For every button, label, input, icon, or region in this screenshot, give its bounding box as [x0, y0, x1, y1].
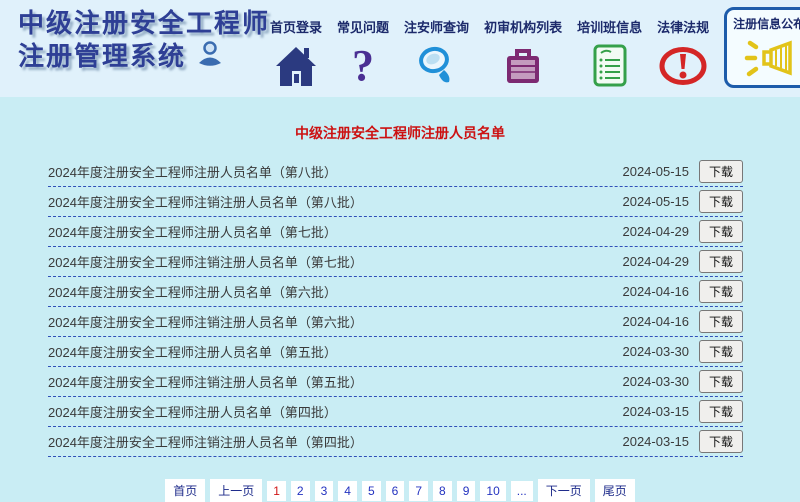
megaphone-icon	[742, 35, 796, 81]
table-row: 2024年度注册安全工程师注册人员名单（第八批）2024-05-15 下载	[48, 157, 743, 187]
page-title: 中级注册安全工程师注册人员名单	[0, 123, 800, 143]
table-row: 2024年度注册安全工程师注销注册人员名单（第六批）2024-04-16 下载	[48, 307, 743, 337]
table-row: 2024年度注册安全工程师注册人员名单（第七批）2024-04-29 下载	[48, 217, 743, 247]
alert-icon	[658, 43, 708, 89]
table-row: 2024年度注册安全工程师注销注册人员名单（第八批）2024-05-15 下载	[48, 187, 743, 217]
document-name: 2024年度注册安全工程师注销注册人员名单（第五批）	[48, 372, 622, 391]
publish-date: 2024-04-16	[622, 284, 689, 299]
person-icon	[196, 40, 224, 73]
download-button[interactable]: 下载	[699, 280, 743, 303]
pagination-page-1[interactable]: 1	[267, 481, 286, 501]
document-name: 2024年度注册安全工程师注销注册人员名单（第七批）	[48, 252, 622, 271]
publish-date: 2024-03-30	[622, 344, 689, 359]
download-button[interactable]: 下载	[699, 190, 743, 213]
document-name: 2024年度注册安全工程师注销注册人员名单（第四批）	[48, 432, 622, 451]
pagination-first-page-button[interactable]: 首页	[165, 479, 205, 502]
logo-line1: 中级注册安全工程师	[18, 7, 270, 40]
main-content: 中级注册安全工程师注册人员名单 2024年度注册安全工程师注册人员名单（第八批）…	[0, 123, 800, 502]
document-name: 2024年度注册安全工程师注册人员名单（第七批）	[48, 222, 622, 241]
pagination: 首页上一页12345678910...下一页尾页	[0, 479, 800, 502]
pagination-page-4[interactable]: 4	[338, 481, 357, 501]
table-row: 2024年度注册安全工程师注册人员名单（第四批）2024-03-15 下载	[48, 397, 743, 427]
pagination-ellipsis: ...	[511, 481, 533, 501]
download-list: 2024年度注册安全工程师注册人员名单（第八批）2024-05-15下载2024…	[48, 157, 743, 457]
document-name: 2024年度注册安全工程师注销注册人员名单（第八批）	[48, 192, 622, 211]
nav-label: 常见问题	[337, 17, 389, 36]
publish-date: 2024-03-30	[622, 374, 689, 389]
nav-item-alert[interactable]: 法律法规	[657, 17, 709, 89]
pagination-page-7[interactable]: 7	[409, 481, 428, 501]
pagination-page-5[interactable]: 5	[362, 481, 381, 501]
document-name: 2024年度注册安全工程师注册人员名单（第四批）	[48, 402, 622, 421]
download-button[interactable]: 下载	[699, 400, 743, 423]
pagination-page-2[interactable]: 2	[291, 481, 310, 501]
nav-item-megaphone[interactable]: 注册信息公布	[724, 7, 800, 88]
download-button[interactable]: 下载	[699, 220, 743, 243]
publish-date: 2024-04-29	[622, 224, 689, 239]
table-row: 2024年度注册安全工程师注销注册人员名单（第五批）2024-03-30 下载	[48, 367, 743, 397]
pagination-page-8[interactable]: 8	[433, 481, 452, 501]
publish-date: 2024-05-15	[622, 164, 689, 179]
site-logo: 中级注册安全工程师 注册管理系统	[18, 7, 270, 73]
document-name: 2024年度注册安全工程师注册人员名单（第六批）	[48, 282, 622, 301]
nav-label: 初审机构列表	[484, 17, 562, 36]
pagination-prev-page-button[interactable]: 上一页	[210, 479, 262, 502]
download-button[interactable]: 下载	[699, 310, 743, 333]
nav-label: 首页登录	[270, 17, 322, 36]
nav-item-search[interactable]: 注安师查询	[404, 17, 469, 89]
download-button[interactable]: 下载	[699, 370, 743, 393]
document-name: 2024年度注册安全工程师注册人员名单（第五批）	[48, 342, 622, 361]
home-icon	[273, 43, 319, 89]
header: 中级注册安全工程师 注册管理系统 首页登录常见问题? 注安师查询初审机构列表培训班…	[0, 0, 800, 97]
document-icon	[591, 43, 629, 89]
pagination-page-9[interactable]: 9	[457, 481, 476, 501]
nav-label: 注册信息公布	[733, 15, 800, 32]
table-row: 2024年度注册安全工程师注销注册人员名单（第四批）2024-03-15 下载	[48, 427, 743, 457]
nav-item-question[interactable]: 常见问题?	[337, 17, 389, 89]
pagination-last-page-button[interactable]: 尾页	[595, 479, 635, 502]
nav-label: 培训班信息	[577, 17, 642, 36]
nav-label: 注安师查询	[404, 17, 469, 36]
publish-date: 2024-04-16	[622, 314, 689, 329]
document-name: 2024年度注册安全工程师注销注册人员名单（第六批）	[48, 312, 622, 331]
search-icon	[414, 43, 460, 89]
download-button[interactable]: 下载	[699, 430, 743, 453]
nav-item-document[interactable]: 培训班信息	[577, 17, 642, 89]
table-row: 2024年度注册安全工程师注册人员名单（第六批）2024-04-16 下载	[48, 277, 743, 307]
question-icon: ?	[352, 43, 374, 89]
publish-date: 2024-03-15	[622, 404, 689, 419]
download-button[interactable]: 下载	[699, 160, 743, 183]
main-nav: 首页登录常见问题? 注安师查询初审机构列表培训班信息法律法规 注册信息公布	[270, 0, 800, 89]
pagination-page-6[interactable]: 6	[386, 481, 405, 501]
pagination-next-page-button[interactable]: 下一页	[538, 479, 590, 502]
publish-date: 2024-03-15	[622, 434, 689, 449]
download-button[interactable]: 下载	[699, 340, 743, 363]
document-name: 2024年度注册安全工程师注册人员名单（第八批）	[48, 162, 622, 181]
table-row: 2024年度注册安全工程师注册人员名单（第五批）2024-03-30 下载	[48, 337, 743, 367]
table-row: 2024年度注册安全工程师注销注册人员名单（第七批）2024-04-29 下载	[48, 247, 743, 277]
briefcase-icon	[502, 43, 544, 89]
nav-item-briefcase[interactable]: 初审机构列表	[484, 17, 562, 89]
publish-date: 2024-04-29	[622, 254, 689, 269]
pagination-page-10[interactable]: 10	[480, 481, 505, 501]
publish-date: 2024-05-15	[622, 194, 689, 209]
download-button[interactable]: 下载	[699, 250, 743, 273]
nav-item-home[interactable]: 首页登录	[270, 17, 322, 89]
nav-label: 法律法规	[657, 17, 709, 36]
logo-line2: 注册管理系统	[18, 40, 186, 73]
pagination-page-3[interactable]: 3	[315, 481, 334, 501]
